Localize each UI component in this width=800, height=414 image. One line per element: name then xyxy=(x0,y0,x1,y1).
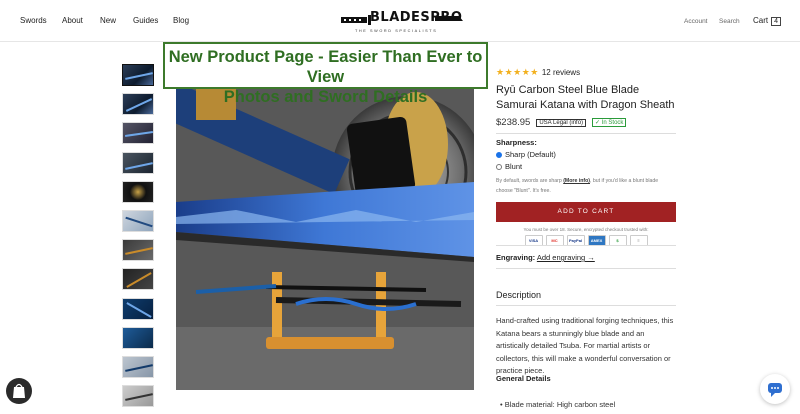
banner-line-1: New Product Page - Easier Than Ever to V… xyxy=(168,48,483,86)
product-title: Ryū Carbon Steel Blue Blade Samurai Kata… xyxy=(496,84,675,111)
thumbnail[interactable] xyxy=(122,64,154,86)
thumbnail[interactable] xyxy=(122,355,154,378)
divider xyxy=(496,268,676,269)
option-sharp-label: Sharp (Default) xyxy=(505,150,556,159)
nav-cart[interactable]: Cart 4 xyxy=(753,16,782,26)
engraving-row: Engraving: Add engraving → xyxy=(496,253,595,262)
add-to-cart-button[interactable]: ADD TO CART xyxy=(496,202,676,222)
nav-search[interactable]: Search xyxy=(719,18,740,25)
secure-checkout-text: You must be over 18. Secure, encrypted c… xyxy=(523,227,649,232)
general-details-heading: General Details xyxy=(496,374,551,383)
thumbnail[interactable] xyxy=(122,180,154,203)
shopify-badge[interactable] xyxy=(6,378,32,404)
product-info: ★★★★★ 12 reviews Ryū Carbon Steel Blue Bl… xyxy=(496,62,676,246)
thumbnail[interactable] xyxy=(122,385,154,408)
chat-button[interactable] xyxy=(760,374,790,404)
thumbnail[interactable] xyxy=(122,151,154,174)
nav-guides[interactable]: Guides xyxy=(133,16,158,25)
blade-logo-icon xyxy=(435,16,463,21)
thumbnail[interactable] xyxy=(122,93,154,116)
reviews-count[interactable]: 12 reviews xyxy=(542,68,580,77)
detail-bullet: • Blade material: High carbon steel xyxy=(500,400,616,409)
sharpness-note: By default, swords are sharp (More info)… xyxy=(496,178,659,194)
add-engraving-link[interactable]: Add engraving → xyxy=(537,253,595,262)
divider xyxy=(496,245,676,246)
cart-label: Cart xyxy=(753,16,769,25)
thumbnail-strip xyxy=(122,64,154,414)
description-text: Hand-crafted using traditional forging t… xyxy=(496,316,674,375)
katana-photo xyxy=(176,82,474,390)
main-product-image[interactable] xyxy=(176,82,474,390)
promo-banner: New Product Page - Easier Than Ever to V… xyxy=(163,42,488,106)
thumbnail[interactable] xyxy=(122,239,154,262)
logo-tagline: THE SWORD SPECIALISTS xyxy=(355,29,438,33)
radio-unchecked-icon xyxy=(496,163,502,170)
thumbnail[interactable] xyxy=(122,268,154,291)
thumbnail[interactable] xyxy=(122,209,154,232)
top-nav: Swords About New Guides Blog BLADESPRO T… xyxy=(0,0,800,42)
thumbnail[interactable] xyxy=(122,326,154,349)
nav-about[interactable]: About xyxy=(62,16,83,25)
rating-stars[interactable]: ★★★★★ xyxy=(496,67,539,77)
sharpness-label: Sharpness: xyxy=(496,138,537,147)
radio-checked-icon xyxy=(496,151,502,158)
divider xyxy=(496,133,676,134)
nav-new[interactable]: New xyxy=(100,16,116,25)
cart-count-badge: 4 xyxy=(771,17,782,26)
product-price: $238.95 xyxy=(496,117,531,128)
banner-line-2: Photos and Sword Details xyxy=(223,88,428,106)
in-stock-badge: ✓ In Stock xyxy=(592,118,627,127)
chat-bubble-icon xyxy=(768,383,782,397)
nav-blog[interactable]: Blog xyxy=(173,16,189,25)
more-info-link[interactable]: (More info) xyxy=(563,178,590,184)
usa-legal-badge[interactable]: USA Legal (info) xyxy=(536,118,587,127)
site-logo[interactable]: BLADESPRO THE SWORD SPECIALISTS xyxy=(339,7,463,37)
nav-account[interactable]: Account xyxy=(684,18,708,25)
option-sharp[interactable]: Sharp (Default) xyxy=(496,150,676,159)
sword-logo-icon xyxy=(341,15,371,25)
thumbnail[interactable] xyxy=(122,122,154,145)
shopping-bag-icon xyxy=(13,383,25,398)
thumbnail[interactable] xyxy=(122,297,154,320)
option-blunt-label: Blunt xyxy=(505,162,523,171)
description-heading[interactable]: Description xyxy=(496,290,541,300)
nav-swords[interactable]: Swords xyxy=(20,16,47,25)
option-blunt[interactable]: Blunt xyxy=(496,162,676,171)
engraving-label: Engraving: xyxy=(496,253,536,262)
divider xyxy=(496,305,676,306)
